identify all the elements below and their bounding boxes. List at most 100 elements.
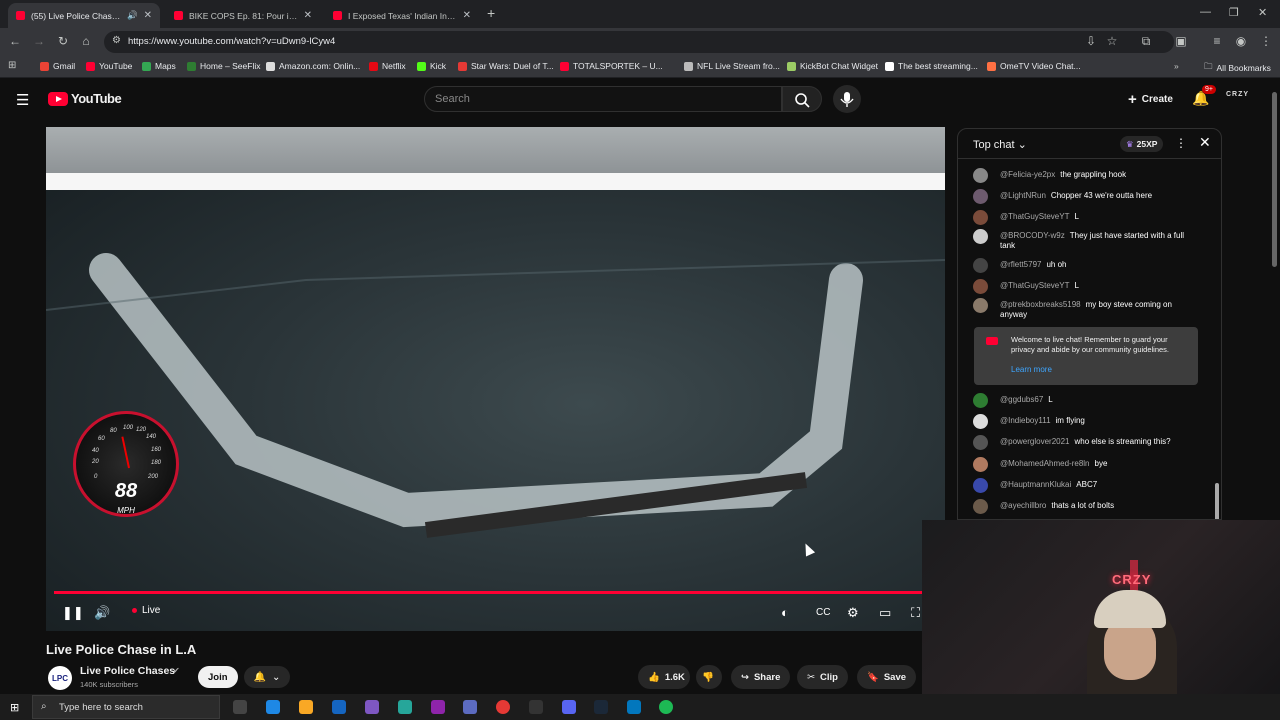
tab-bike-cops[interactable]: BIKE COPS Ep. 81: Pour it Out! ✕: [166, 3, 320, 28]
bookmark-youtube[interactable]: YouTube: [86, 61, 132, 71]
speaker-icon[interactable]: 🔊: [127, 10, 138, 21]
all-bookmarks[interactable]: 🗀 All Bookmarks: [1204, 61, 1271, 75]
minimize-icon[interactable]: —: [1200, 6, 1211, 18]
chevron-down-icon: ⌄: [272, 671, 281, 683]
video-player[interactable]: 0 20 40 60 80 100 120 140 160 180 200 88…: [46, 127, 945, 631]
close-window-icon[interactable]: ✕: [1258, 6, 1267, 19]
obs-icon[interactable]: [529, 700, 543, 714]
tab-exposed-texas[interactable]: I Exposed Texas' Indian Invasio ✕: [325, 3, 479, 28]
bookmark-kickbot[interactable]: KickBot Chat Widget: [787, 61, 878, 71]
extensions-icon[interactable]: ⧉: [1138, 34, 1154, 49]
close-chat-icon[interactable]: ✕: [1199, 134, 1211, 151]
bookmark-amazon[interactable]: Amazon.com: Onlin...: [266, 61, 360, 71]
search-input[interactable]: Search: [424, 86, 782, 112]
theater-mode-icon[interactable]: ▭: [879, 605, 891, 621]
media-icon[interactable]: ≡: [1209, 34, 1225, 48]
app-icon[interactable]: [431, 700, 445, 714]
subscribed-bell-button[interactable]: 🔔 ⌄: [244, 666, 290, 688]
search-icon: [795, 93, 810, 108]
clip-button[interactable]: ✂ Clip: [797, 665, 848, 689]
pause-button[interactable]: ❚❚: [62, 605, 84, 621]
create-button[interactable]: + Create: [1118, 87, 1183, 111]
search-button[interactable]: [782, 86, 822, 112]
chat-more-icon[interactable]: ⋮: [1175, 136, 1187, 150]
edge-icon[interactable]: [266, 700, 280, 714]
windows-start-icon[interactable]: ⊞: [10, 701, 19, 714]
site-info-icon[interactable]: ⚙: [112, 35, 121, 46]
address-bar[interactable]: ⚙ https://www.youtube.com/watch?v=uDwn9-…: [104, 31, 1174, 53]
hamburger-menu-icon[interactable]: ☰: [16, 91, 29, 109]
share-button[interactable]: ↪ Share: [731, 665, 791, 689]
back-icon[interactable]: ←: [7, 34, 23, 48]
file-explorer-icon[interactable]: [299, 700, 313, 714]
notifications-button[interactable]: 🔔 9+: [1192, 85, 1216, 108]
live-indicator[interactable]: Live: [132, 605, 160, 616]
bookmark-netflix[interactable]: Netflix: [369, 61, 406, 71]
xp-badge[interactable]: ♛ 25XP: [1120, 136, 1164, 152]
chat-scrollbar[interactable]: [1215, 483, 1219, 519]
app-icon[interactable]: [365, 700, 379, 714]
helicopter-skid-image: [46, 253, 945, 538]
chat-header: Top chat ⌄ ♛ 25XP ⋮ ✕: [958, 129, 1221, 159]
chrome-icon[interactable]: [496, 700, 510, 714]
bookmark-streaming[interactable]: The best streaming...: [885, 61, 978, 71]
reload-icon[interactable]: ↻: [55, 34, 71, 48]
apps-grid-icon[interactable]: ⊞: [8, 60, 16, 71]
forward-icon[interactable]: →: [31, 34, 47, 48]
page-scrollbar[interactable]: [1272, 92, 1277, 267]
verified-check-icon: ✔: [173, 666, 180, 675]
youtube-logo[interactable]: YouTube: [48, 91, 122, 106]
bookmark-seeflix[interactable]: Home – SeeFlix: [187, 61, 260, 71]
chat-message: @Indieboy111 im flying: [973, 414, 1198, 429]
fullscreen-icon[interactable]: ⛶: [911, 605, 920, 621]
autoplay-toggle-icon[interactable]: ◐: [781, 605, 789, 620]
taskbar-search-input[interactable]: ⌕ Type here to search: [32, 695, 220, 719]
profile-icon[interactable]: ◉: [1233, 34, 1249, 48]
app-icon[interactable]: [398, 700, 412, 714]
new-tab-button[interactable]: +: [487, 5, 495, 21]
task-view-icon[interactable]: [233, 700, 247, 714]
maximize-icon[interactable]: ❐: [1229, 6, 1239, 19]
volume-icon[interactable]: 🔊: [94, 605, 110, 621]
chrome-menu-icon[interactable]: ⋮: [1258, 34, 1274, 48]
channel-name[interactable]: Live Police Chases: [80, 665, 175, 677]
app-icon[interactable]: [463, 700, 477, 714]
bookmark-ometv[interactable]: OmeTV Video Chat...: [987, 61, 1081, 71]
chat-message: @MohamedAhmed-re8ln bye: [973, 457, 1198, 472]
home-icon[interactable]: ⌂: [78, 34, 94, 48]
bookmark-star-wars[interactable]: Star Wars: Duel of T...: [458, 61, 554, 71]
dislike-button[interactable]: 👎: [696, 665, 722, 689]
close-tab-icon[interactable]: ✕: [463, 10, 471, 21]
chat-mode-dropdown[interactable]: Top chat ⌄: [973, 138, 1027, 151]
youtube-favicon-icon: [16, 11, 25, 20]
voice-search-button[interactable]: [833, 85, 861, 113]
close-tab-icon[interactable]: ✕: [144, 10, 152, 21]
close-tab-icon[interactable]: ✕: [304, 10, 312, 21]
bookmark-kick[interactable]: Kick: [417, 61, 446, 71]
install-app-icon[interactable]: ⇩: [1083, 34, 1099, 48]
store-icon[interactable]: [332, 700, 346, 714]
like-button[interactable]: 👍 1.6K: [638, 665, 690, 689]
bookmark-totalsportek[interactable]: TOTALSPORTEK – U...: [560, 61, 663, 71]
channel-avatar[interactable]: LPC: [48, 666, 72, 690]
chat-message: @ptrekboxbreaks5198 my boy steve coming o…: [973, 298, 1198, 320]
side-panel-icon[interactable]: ▣: [1173, 34, 1189, 48]
settings-gear-icon[interactable]: ⚙: [847, 605, 859, 621]
account-avatar[interactable]: CRZY: [1226, 91, 1249, 98]
captions-icon[interactable]: CC: [816, 607, 830, 618]
more-bookmarks-icon[interactable]: »: [1174, 61, 1179, 71]
bookmark-star-icon[interactable]: ☆: [1104, 34, 1120, 48]
save-button[interactable]: 🔖 Save: [857, 665, 917, 689]
bookmark-maps[interactable]: Maps: [142, 61, 176, 71]
spotify-icon[interactable]: [659, 700, 673, 714]
discord-icon[interactable]: [562, 700, 576, 714]
bookmark-nfl-stream[interactable]: NFL Live Stream fro...: [684, 61, 780, 71]
join-button[interactable]: Join: [198, 666, 238, 688]
learn-more-link[interactable]: Learn more: [1011, 365, 1052, 374]
bookmark-gmail[interactable]: Gmail: [40, 61, 75, 71]
tab-live-police-chase[interactable]: (55) Live Police Chase in L.A 🔊 ✕: [8, 3, 160, 28]
steam-icon[interactable]: [594, 700, 608, 714]
chat-message: @powerglover2021 who else is streaming th…: [973, 435, 1198, 450]
live-progress-bar[interactable]: [54, 591, 922, 594]
app-icon[interactable]: [627, 700, 641, 714]
